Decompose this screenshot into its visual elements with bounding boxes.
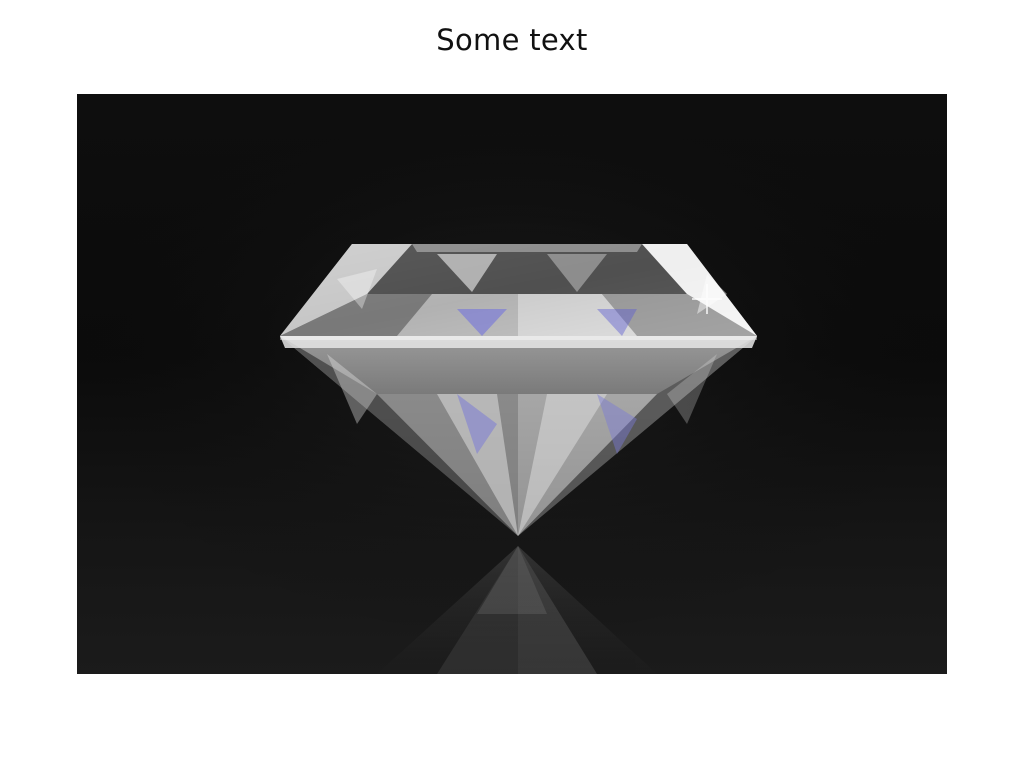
- diamond-icon: [77, 94, 947, 674]
- page-title: Some text: [436, 23, 588, 57]
- diamond-photo: [77, 94, 947, 674]
